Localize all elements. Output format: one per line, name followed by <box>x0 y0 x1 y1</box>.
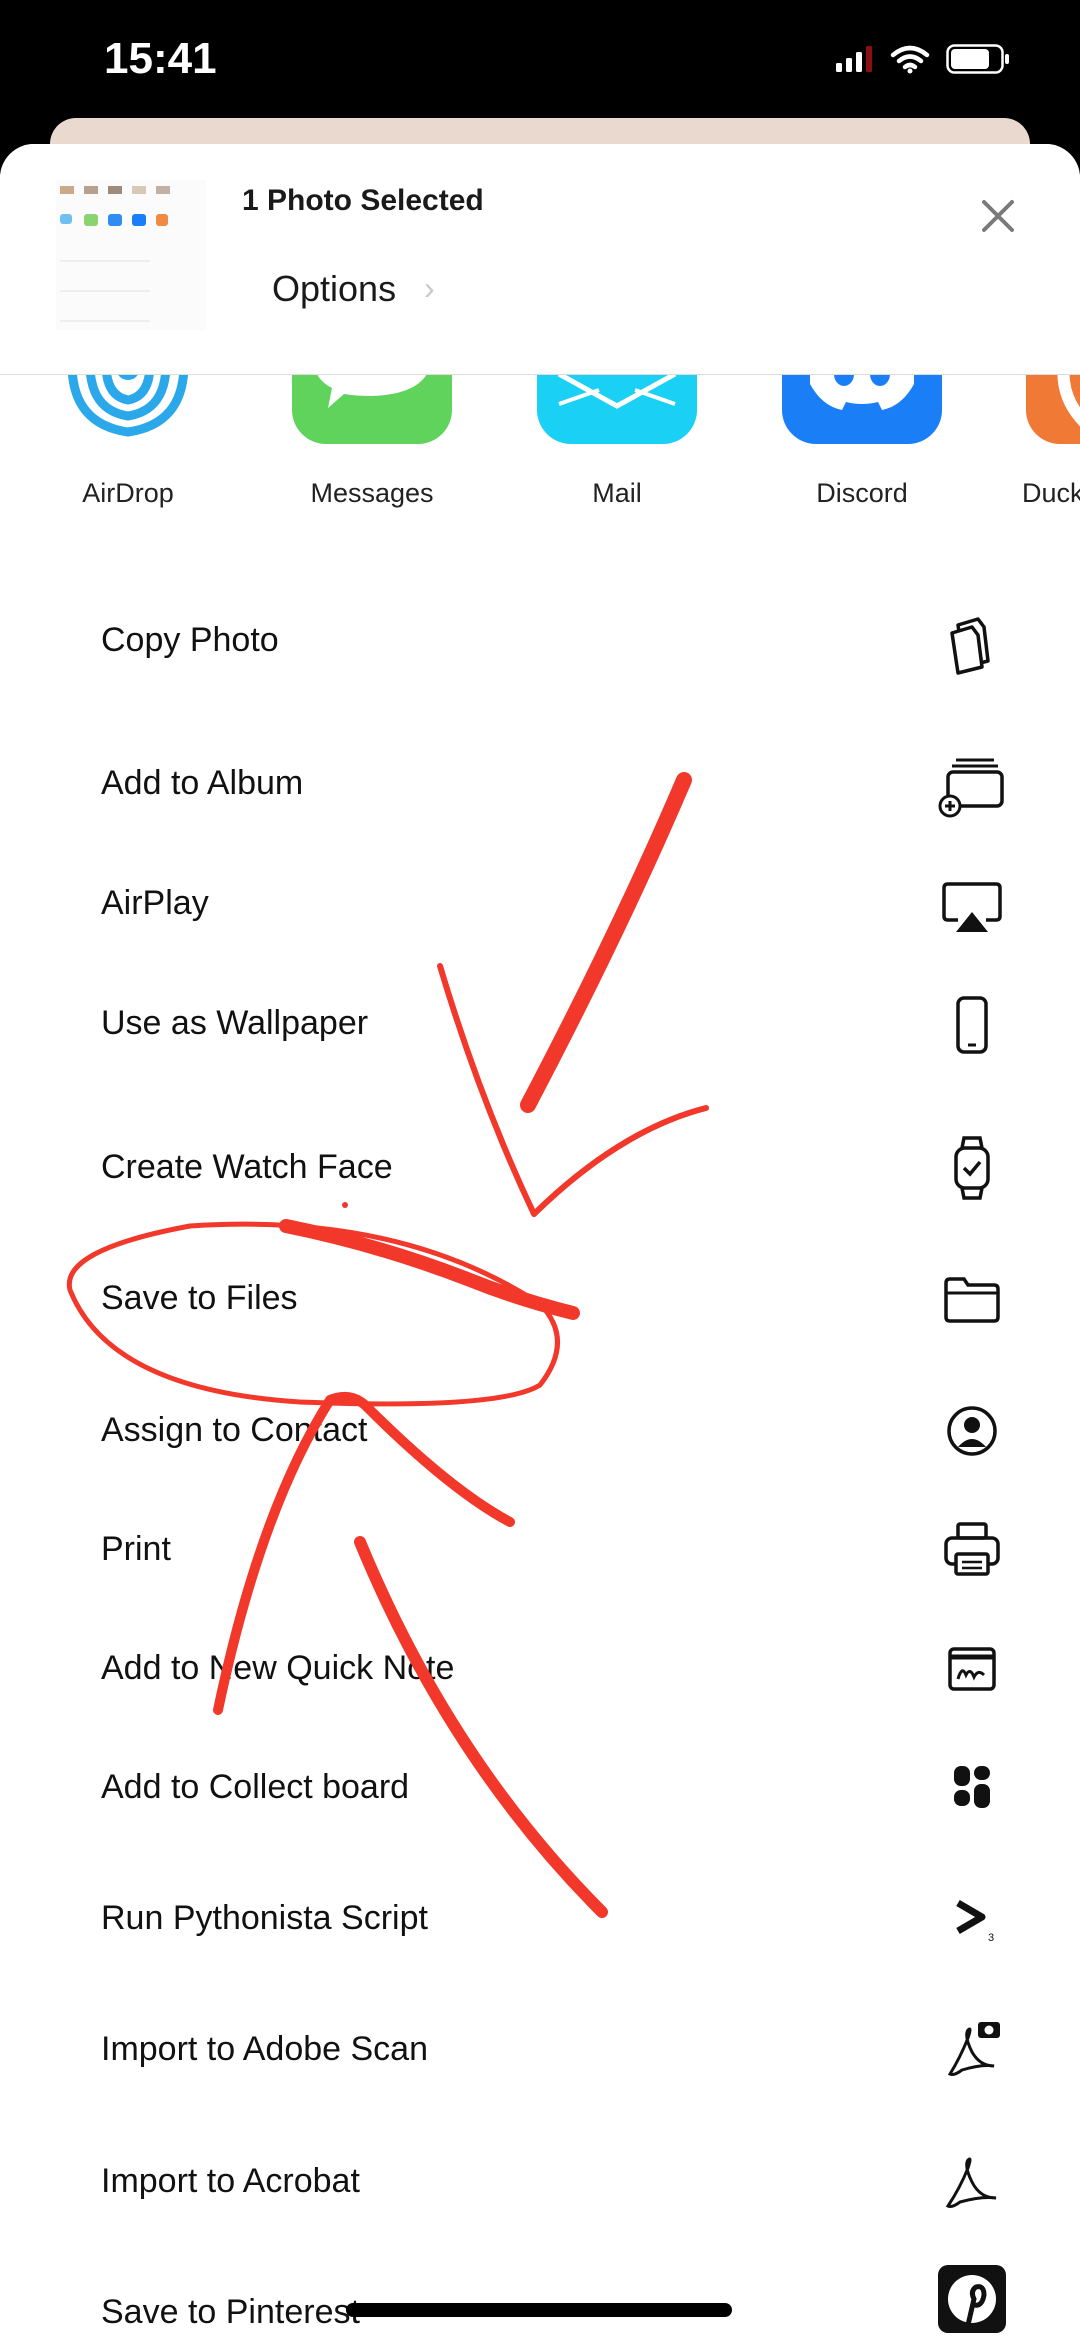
action-airplay[interactable]: AirPlay <box>0 864 1080 944</box>
airplay-icon <box>942 882 1002 932</box>
action-label: Run Pythonista Script <box>101 1899 428 1937</box>
action-run-pythonista-script[interactable]: Run Pythonista Script 3 <box>0 1879 1080 1959</box>
action-print[interactable]: Print <box>0 1510 1080 1590</box>
app-label: Messages <box>310 478 434 508</box>
action-import-to-adobe-scan[interactable]: Import to Adobe Scan <box>0 2010 1080 2090</box>
action-assign-to-contact[interactable]: Assign to Contact <box>0 1391 1080 1471</box>
cellular-signal-icon <box>836 46 872 72</box>
app-label: Duck <box>1022 478 1080 508</box>
action-use-as-wallpaper[interactable]: Use as Wallpaper <box>0 984 1080 1064</box>
phone-icon <box>956 996 988 1054</box>
chevron-right-icon: › <box>424 270 435 306</box>
action-label: Add to Album <box>101 764 304 802</box>
battery-icon <box>946 44 1009 74</box>
action-label: Print <box>101 1530 171 1568</box>
action-import-to-acrobat[interactable]: Import to Acrobat <box>0 2142 1080 2222</box>
action-copy-photo[interactable]: Copy Photo <box>0 601 1080 681</box>
action-label: Assign to Contact <box>101 1411 368 1449</box>
action-label: Save to Pinterest <box>101 2293 360 2331</box>
action-label: Import to Adobe Scan <box>101 2030 428 2068</box>
options-button[interactable]: Options <box>272 268 396 310</box>
app-label: AirDrop <box>82 478 174 508</box>
action-add-to-album[interactable]: Add to Album <box>0 744 1080 824</box>
action-label: Use as Wallpaper <box>101 1004 369 1042</box>
status-icons <box>836 44 1010 74</box>
svg-text:3: 3 <box>988 1932 994 1944</box>
folder-icon <box>944 1277 1000 1323</box>
action-label: Save to Files <box>101 1279 298 1317</box>
selection-title: 1 Photo Selected <box>242 184 484 217</box>
action-label: Add to New Quick Note <box>101 1649 455 1687</box>
action-label: Create Watch Face <box>101 1148 393 1186</box>
collect-board-icon <box>954 1766 990 1808</box>
adobe-scan-icon <box>947 2022 1000 2076</box>
action-label: Import to Acrobat <box>101 2162 360 2200</box>
quick-note-icon <box>948 1647 996 1691</box>
action-create-watch-face[interactable]: Create Watch Face <box>0 1128 1080 1208</box>
app-label: Discord <box>816 478 908 508</box>
action-label: Add to Collect board <box>101 1768 410 1806</box>
add-to-album-icon <box>938 758 1004 818</box>
action-save-to-files[interactable]: Save to Files <box>0 1259 1080 1339</box>
contact-icon <box>947 1406 997 1456</box>
wifi-icon <box>890 45 930 74</box>
printer-icon <box>944 1522 1000 1576</box>
action-label: Copy Photo <box>101 621 279 659</box>
home-indicator[interactable] <box>346 2303 732 2317</box>
pinterest-icon <box>938 2265 1006 2333</box>
action-add-to-quick-note[interactable]: Add to New Quick Note <box>0 1629 1080 1709</box>
copy-icon <box>950 617 990 675</box>
app-row: AirDrop Messages Mail Discord Duck <box>0 354 1080 544</box>
action-label: AirPlay <box>101 884 209 922</box>
close-icon[interactable] <box>970 188 1026 244</box>
acrobat-icon <box>945 2157 997 2208</box>
status-time: 15:41 <box>104 34 217 83</box>
share-sheet: 1 Photo Selected Options › AirDrop Messa… <box>0 144 1080 2337</box>
share-sheet-header: 1 Photo Selected Options › <box>0 144 1080 375</box>
action-add-to-collect-board[interactable]: Add to Collect board <box>0 1748 1080 1828</box>
watch-icon <box>954 1136 990 1200</box>
photo-thumbnail <box>56 180 206 330</box>
pythonista-icon: 3 <box>956 1899 994 1944</box>
app-label: Mail <box>592 478 642 508</box>
